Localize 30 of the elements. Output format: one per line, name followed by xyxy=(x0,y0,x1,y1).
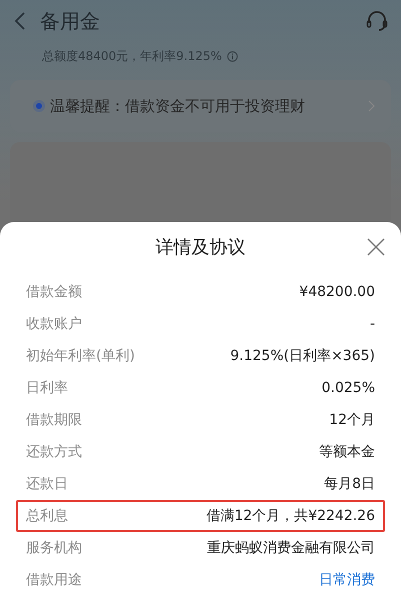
detail-value: ¥48200.00 xyxy=(299,284,375,300)
headset-icon[interactable] xyxy=(365,9,389,33)
back-icon[interactable] xyxy=(14,11,26,31)
detail-label: 借款用途 xyxy=(26,571,82,589)
page-title: 备用金 xyxy=(40,8,101,34)
detail-label: 初始年利率(单利) xyxy=(26,347,135,365)
detail-value: 0.025% xyxy=(322,380,375,396)
notice-text: 温馨提醒：借款资金不可用于投资理财 xyxy=(50,96,306,116)
bullet-icon xyxy=(36,103,42,109)
chevron-icon xyxy=(368,100,375,112)
detail-label: 还款方式 xyxy=(26,443,82,461)
detail-label: 收款账户 xyxy=(26,315,82,333)
detail-label: 服务机构 xyxy=(26,539,82,557)
detail-label: 还款日 xyxy=(26,475,68,493)
sheet-title: 详情及协议 xyxy=(156,236,246,259)
detail-value: 借满12个月，共¥2242.26 xyxy=(206,507,375,525)
detail-value: 9.125%(日利率×365) xyxy=(230,347,375,365)
detail-label: 日利率 xyxy=(26,379,68,397)
info-icon[interactable] xyxy=(226,50,238,62)
detail-label: 总利息 xyxy=(26,507,68,525)
detail-value: 每月8日 xyxy=(324,475,375,493)
detail-label: 借款金额 xyxy=(26,283,82,301)
detail-value: - xyxy=(370,316,375,332)
close-icon[interactable] xyxy=(367,238,385,256)
credit-summary: 总额度48400元，年利率9.125% xyxy=(42,48,222,64)
detail-link[interactable]: 日常消费 xyxy=(319,571,375,589)
detail-value: 等额本金 xyxy=(319,443,375,461)
detail-value: 重庆蚂蚁消费金融有限公司 xyxy=(207,539,375,557)
detail-label: 借款期限 xyxy=(26,411,82,429)
detail-value: 12个月 xyxy=(329,411,375,429)
